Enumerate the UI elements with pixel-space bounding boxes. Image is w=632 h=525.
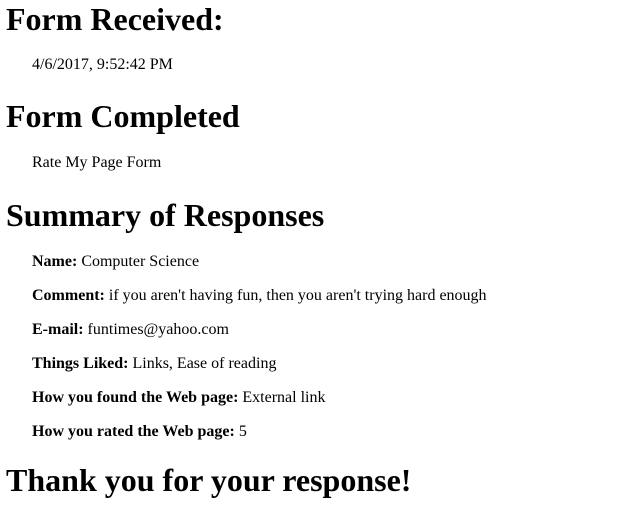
response-value: 5 [238, 423, 247, 440]
response-comment: Comment: if you aren't having fun, then … [6, 286, 487, 305]
completed-form-name: Rate My Page Form [32, 154, 162, 171]
response-value: Links, Ease of reading [132, 355, 277, 372]
response-label: Things Liked: [32, 355, 129, 372]
response-label: Name: [32, 253, 78, 270]
response-label: How you rated the Web page: [32, 423, 235, 440]
response-label: How you found the Web page: [32, 389, 239, 406]
response-rating: How you rated the Web page: 5 [6, 422, 247, 441]
summary-heading: Summary of Responses [6, 197, 325, 233]
response-name: Name: Computer Science [6, 252, 199, 271]
page: Form Received: 4/6/2017, 9:52:42 PM Form… [0, 0, 632, 525]
thank-you-heading: Thank you for your response! [6, 462, 412, 498]
response-value: funtimes@yahoo.com [87, 321, 229, 338]
received-timestamp: 4/6/2017, 9:52:42 PM [32, 56, 173, 73]
response-value: External link [242, 389, 326, 406]
response-email: E-mail: funtimes@yahoo.com [6, 320, 229, 339]
response-value: if you aren't having fun, then you aren'… [108, 287, 487, 304]
response-label: E-mail: [32, 321, 84, 338]
response-things-liked: Things Liked: Links, Ease of reading [6, 354, 276, 373]
form-received-heading: Form Received: [6, 1, 224, 37]
response-value: Computer Science [81, 253, 200, 270]
response-how-found: How you found the Web page: External lin… [6, 388, 326, 407]
form-completed-heading: Form Completed [6, 98, 240, 134]
response-label: Comment: [32, 287, 105, 304]
